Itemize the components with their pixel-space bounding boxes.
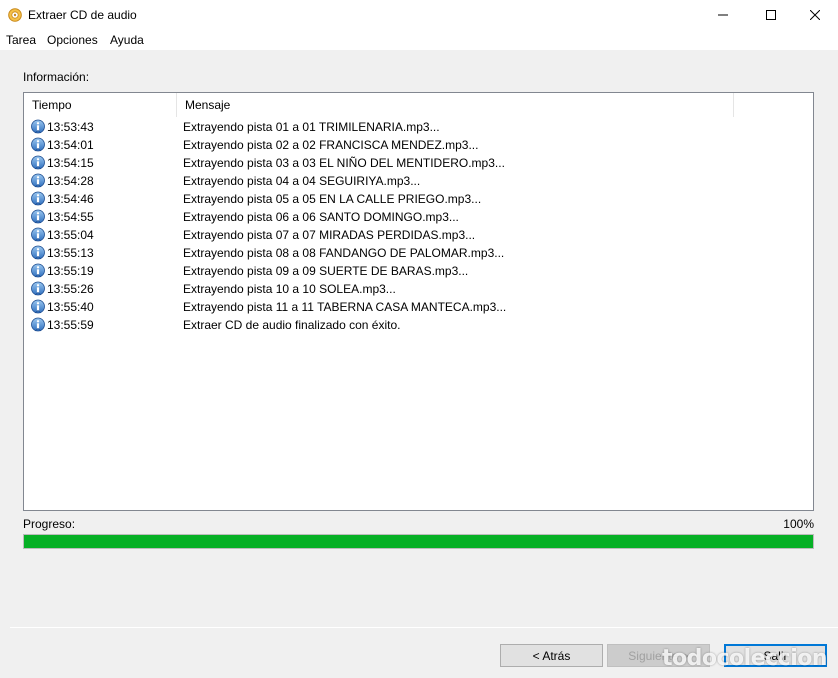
log-row[interactable]: 13:55:13 Extrayendo pista 08 a 08 FANDANG… — [24, 244, 813, 262]
row-message: Extrayendo pista 07 a 07 MIRADAS PERDIDA… — [183, 228, 476, 242]
log-row[interactable]: 13:54:46 Extrayendo pista 05 a 05 EN LA C… — [24, 190, 813, 208]
minimize-icon — [718, 14, 728, 16]
row-message: Extrayendo pista 06 a 06 SANTO DOMINGO.m… — [183, 210, 459, 224]
row-message: Extrayendo pista 02 a 02 FRANCISCA MENDE… — [183, 138, 479, 152]
exit-button[interactable]: Salir — [724, 644, 827, 667]
log-header: Tiempo Mensaje — [24, 93, 813, 117]
log-row[interactable]: 13:55:19 Extrayendo pista 09 a 09 SUERTE … — [24, 262, 813, 280]
info-icon — [31, 209, 45, 224]
row-time: 13:55:13 — [47, 246, 94, 260]
separator — [10, 627, 838, 628]
info-icon — [31, 155, 45, 170]
row-time: 13:55:19 — [47, 264, 94, 278]
progress-percent: 100% — [783, 517, 814, 531]
log-row[interactable]: 13:55:40 Extrayendo pista 11 a 11 TABERNA… — [24, 298, 813, 316]
row-time: 13:54:55 — [47, 210, 94, 224]
progress-label: Progreso: — [23, 517, 76, 531]
row-message: Extraer CD de audio finalizado con éxito… — [183, 318, 401, 332]
progress-fill — [24, 535, 813, 548]
row-message: Extrayendo pista 10 a 10 SOLEA.mp3... — [183, 282, 396, 296]
info-icon — [31, 227, 45, 242]
log-row[interactable]: 13:54:01 Extrayendo pista 02 a 02 FRANCIS… — [24, 136, 813, 154]
row-message: Extrayendo pista 08 a 08 FANDANGO DE PAL… — [183, 246, 505, 260]
row-time: 13:54:28 — [47, 174, 94, 188]
window-title: Extraer CD de audio — [28, 8, 137, 22]
minimize-button[interactable] — [700, 0, 746, 30]
progress-bar — [23, 534, 814, 549]
info-icon — [31, 191, 45, 206]
row-time: 13:54:15 — [47, 156, 94, 170]
log-row[interactable]: 13:55:04 Extrayendo pista 07 a 07 MIRADAS… — [24, 226, 813, 244]
log-row[interactable]: 13:54:15 Extrayendo pista 03 a 03 EL NIÑO… — [24, 154, 813, 172]
log-row[interactable]: 13:55:26 Extrayendo pista 10 a 10 SOLEA.m… — [24, 280, 813, 298]
info-icon — [31, 137, 45, 152]
maximize-icon — [766, 10, 776, 20]
row-time: 13:55:40 — [47, 300, 94, 314]
info-icon — [31, 299, 45, 314]
log-row[interactable]: 13:54:28 Extrayendo pista 04 a 04 SEGUIRI… — [24, 172, 813, 190]
row-time: 13:53:43 — [47, 120, 94, 134]
row-message: Extrayendo pista 03 a 03 EL NIÑO DEL MEN… — [183, 156, 505, 170]
maximize-button[interactable] — [748, 0, 794, 30]
next-button[interactable]: Siguiente > — [607, 644, 710, 667]
log-row[interactable]: 13:55:59 Extraer CD de audio finalizado c… — [24, 316, 813, 334]
row-message: Extrayendo pista 11 a 11 TABERNA CASA MA… — [183, 300, 507, 314]
title-bar: Extraer CD de audio — [0, 0, 838, 30]
row-time: 13:55:59 — [47, 318, 94, 332]
log-rows: 13:53:43 Extrayendo pista 01 a 01 TRIMILE… — [24, 118, 813, 334]
menu-ayuda[interactable]: Ayuda — [110, 33, 144, 47]
log-listview[interactable]: Tiempo Mensaje 13:53:43 Extrayendo pista … — [23, 92, 814, 511]
info-icon — [31, 173, 45, 188]
info-icon — [31, 281, 45, 296]
row-time: 13:55:04 — [47, 228, 94, 242]
info-icon — [31, 263, 45, 278]
info-icon — [31, 245, 45, 260]
wizard-body: Información: Tiempo Mensaje 13:53:43 Extr… — [0, 50, 838, 678]
row-message: Extrayendo pista 01 a 01 TRIMILENARIA.mp… — [183, 120, 440, 134]
row-time: 13:54:46 — [47, 192, 94, 206]
menu-tarea[interactable]: Tarea — [6, 33, 36, 47]
row-time: 13:54:01 — [47, 138, 94, 152]
row-message: Extrayendo pista 09 a 09 SUERTE DE BARAS… — [183, 264, 469, 278]
info-icon — [31, 317, 45, 332]
info-icon — [31, 119, 45, 134]
close-button[interactable] — [792, 0, 838, 30]
row-time: 13:55:26 — [47, 282, 94, 296]
info-label: Información: — [23, 70, 90, 84]
column-header-time[interactable]: Tiempo — [24, 93, 177, 117]
row-message: Extrayendo pista 05 a 05 EN LA CALLE PRI… — [183, 192, 482, 206]
log-row[interactable]: 13:53:43 Extrayendo pista 01 a 01 TRIMILE… — [24, 118, 813, 136]
cd-icon — [8, 8, 22, 22]
row-message: Extrayendo pista 04 a 04 SEGUIRIYA.mp3..… — [183, 174, 421, 188]
back-button[interactable]: < Atrás — [500, 644, 603, 667]
column-header-message[interactable]: Mensaje — [177, 93, 734, 117]
menu-opciones[interactable]: Opciones — [47, 33, 98, 47]
menu-bar: Tarea Opciones Ayuda — [0, 30, 838, 50]
log-row[interactable]: 13:54:55 Extrayendo pista 06 a 06 SANTO D… — [24, 208, 813, 226]
close-icon — [810, 10, 820, 20]
